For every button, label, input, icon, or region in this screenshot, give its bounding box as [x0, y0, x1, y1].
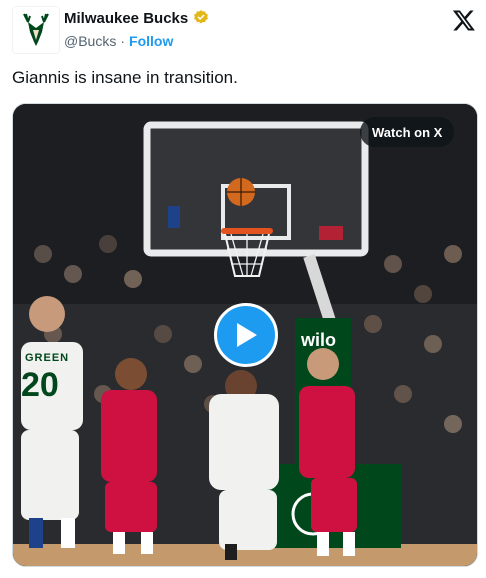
bucks-avatar[interactable] [12, 6, 60, 54]
account-name-row: Milwaukee Bucks [64, 9, 210, 27]
account-name[interactable]: Milwaukee Bucks [64, 10, 188, 27]
follow-button[interactable]: Follow [129, 33, 173, 49]
tweet-card: Milwaukee Bucks @Bucks · Follow Giannis … [0, 0, 486, 578]
video-player[interactable]: GREEN 20 wilo Watch on X [12, 103, 478, 567]
play-icon [237, 323, 257, 347]
play-button[interactable] [214, 303, 278, 367]
handle-separator: · [120, 33, 126, 49]
bucks-deer-logo-icon [23, 13, 49, 46]
jersey-number-20: 20 [21, 366, 59, 404]
jersey-name-green: GREEN [25, 352, 70, 364]
stanchion-wilo-text: wilo [301, 330, 336, 350]
account-handle[interactable]: @Bucks [64, 33, 116, 49]
tweet-text: Giannis is insane in transition. [12, 68, 238, 87]
handle-row: @Bucks · Follow [64, 33, 173, 49]
verified-badge-icon [194, 10, 209, 24]
x-logo-icon[interactable] [452, 8, 476, 32]
watch-on-x-button[interactable]: Watch on X [360, 117, 455, 147]
